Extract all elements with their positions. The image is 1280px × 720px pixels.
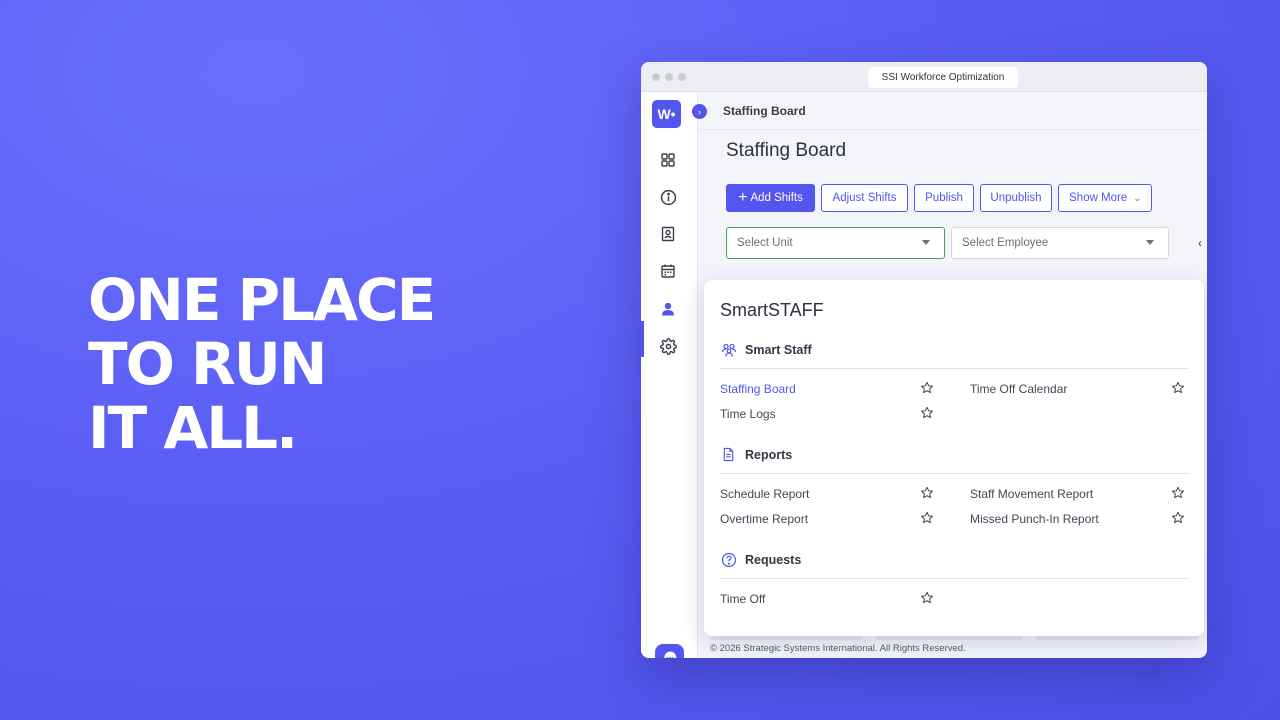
section-requests: Requests [720, 551, 801, 568]
smartstaff-menu-panel: SmartSTAFF Smart Staff Staffing Board Ti… [704, 280, 1204, 636]
page-title: Staffing Board [726, 140, 847, 161]
select-employee-placeholder: Select Employee [962, 237, 1049, 249]
menu-item-time-logs[interactable]: Time Logs [720, 407, 776, 421]
section-heading: Smart Staff [745, 342, 812, 357]
menu-item-overtime-report[interactable]: Overtime Report [720, 512, 808, 526]
chevron-left-icon[interactable]: ‹ [1198, 236, 1202, 250]
dropdown-arrow-icon [922, 240, 930, 245]
nav-active-indicator [641, 321, 644, 357]
headline-line-3: IT ALL. [88, 394, 298, 462]
add-shifts-button[interactable]: + Add Shifts [726, 184, 815, 212]
unpublish-button[interactable]: Unpublish [980, 184, 1052, 212]
dashboard-grid-icon[interactable] [658, 150, 678, 170]
top-bar: Staffing Board [698, 92, 1207, 130]
favorite-star-icon[interactable] [920, 511, 934, 525]
people-group-icon [720, 341, 737, 358]
section-reports: Reports [720, 446, 792, 463]
add-shifts-label: Add Shifts [750, 192, 803, 204]
section-divider [720, 578, 1189, 579]
select-unit-placeholder: Select Unit [737, 237, 793, 249]
chevron-down-icon: ⌄ [1133, 192, 1141, 203]
section-divider [720, 473, 1189, 474]
info-icon[interactable] [658, 187, 678, 207]
user-icon[interactable] [658, 299, 678, 319]
select-employee-dropdown[interactable]: Select Employee [951, 227, 1169, 259]
headline-line-2: TO RUN [88, 330, 327, 398]
chat-support-icon[interactable] [655, 644, 684, 658]
favorite-star-icon[interactable] [920, 406, 934, 420]
gear-icon[interactable] [658, 336, 678, 356]
menu-item-schedule-report[interactable]: Schedule Report [720, 487, 809, 501]
show-more-button[interactable]: Show More ⌄ [1058, 184, 1152, 212]
adjust-shifts-button[interactable]: Adjust Shifts [821, 184, 908, 212]
sidebar: W• [641, 92, 698, 658]
show-more-label: Show More [1069, 192, 1128, 204]
favorite-star-icon[interactable] [1171, 486, 1185, 500]
menu-item-staff-movement-report[interactable]: Staff Movement Report [970, 487, 1093, 501]
breadcrumb: Staffing Board [723, 104, 806, 118]
favorite-star-icon[interactable] [920, 381, 934, 395]
contact-card-icon[interactable] [658, 224, 678, 244]
section-smart-staff: Smart Staff [720, 341, 812, 358]
favorite-star-icon[interactable] [920, 486, 934, 500]
app-logo[interactable]: W• [652, 100, 681, 128]
favorite-star-icon[interactable] [1171, 511, 1185, 525]
plus-icon: + [738, 189, 748, 206]
favorite-star-icon[interactable] [1171, 381, 1185, 395]
favorite-star-icon[interactable] [920, 591, 934, 605]
section-divider [720, 368, 1189, 369]
headline-line-1: ONE PLACE [88, 266, 436, 334]
publish-button[interactable]: Publish [914, 184, 974, 212]
hero-headline: ONE PLACE TO RUN IT ALL. [88, 266, 436, 462]
calendar-icon[interactable] [658, 261, 678, 281]
menu-item-time-off[interactable]: Time Off [720, 592, 765, 606]
window-titlebar: SSI Workforce Optimization [641, 62, 1207, 92]
document-icon [720, 446, 737, 463]
window-title: SSI Workforce Optimization [868, 67, 1018, 88]
section-heading: Requests [745, 552, 802, 567]
question-circle-icon [720, 551, 737, 568]
app-window: SSI Workforce Optimization W• › Staffing… [641, 62, 1207, 658]
dropdown-arrow-icon [1146, 240, 1154, 245]
section-heading: Reports [745, 447, 793, 462]
menu-title: SmartSTAFF [720, 300, 824, 320]
window-controls[interactable] [652, 73, 686, 81]
sidebar-toggle-chevron-right-icon[interactable]: › [692, 104, 707, 119]
footer-copyright: © 2026 Strategic Systems International. … [710, 643, 966, 654]
select-unit-dropdown[interactable]: Select Unit [726, 227, 945, 259]
menu-item-time-off-calendar[interactable]: Time Off Calendar [970, 382, 1067, 396]
menu-item-missed-punch-in-report[interactable]: Missed Punch-In Report [970, 512, 1099, 526]
menu-item-staffing-board[interactable]: Staffing Board [720, 382, 796, 396]
